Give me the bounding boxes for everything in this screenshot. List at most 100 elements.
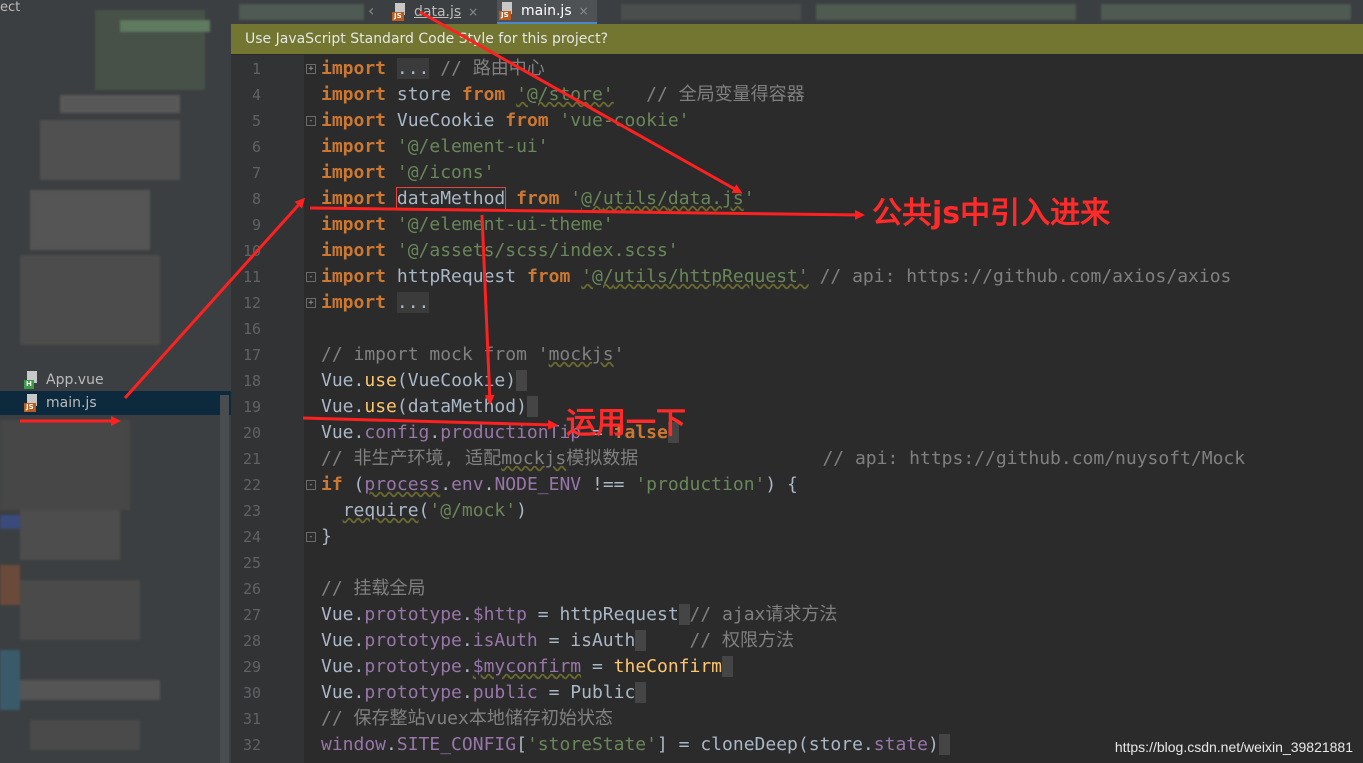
code-token: ( (418, 500, 430, 521)
code-line: import ... (321, 290, 430, 316)
code-token: utils (602, 188, 658, 209)
code-token: $http (472, 604, 527, 625)
code-token: // 全局变量得容器 (646, 84, 805, 105)
line-number: 6 (251, 138, 261, 156)
annotation-use-it: 运用一下 (566, 406, 686, 441)
code-token: ' (613, 344, 625, 365)
code-token: } (321, 526, 332, 547)
code-line: Vue.prototype.public = Public (321, 680, 647, 706)
line-number: 8 (251, 190, 261, 208)
code-token: . (440, 474, 452, 495)
tree-item-app-vue[interactable]: H App.vue (0, 368, 231, 392)
line-number: 7 (251, 164, 261, 182)
code-token: import (321, 214, 387, 235)
code-token: from (505, 110, 549, 131)
tab-scroll-left-icon[interactable]: ‹ (368, 1, 374, 20)
blurred-tab (239, 4, 364, 20)
code-token: import (321, 240, 387, 261)
code-token: Vue (321, 422, 354, 443)
sidebar-scrollbar[interactable] (220, 395, 229, 763)
code-token: // api: https://github.com/nuysoft/Mock (822, 448, 1246, 469)
annotation-common-js: 公共js中引入进来 (872, 196, 1111, 231)
tab-label: main.js (521, 3, 572, 19)
code-token: prototype (364, 604, 462, 625)
code-style-notification[interactable]: Use JavaScript Standard Code Style for t… (231, 24, 1363, 54)
code-token: . (429, 422, 441, 443)
folded-region[interactable]: ... (396, 292, 430, 313)
code-token: ] (656, 734, 668, 755)
close-icon[interactable]: × (579, 4, 589, 18)
code-token: utils/httpRequest' (613, 266, 809, 287)
code-token: // 挂载全局 (321, 578, 426, 599)
code-token: from (526, 266, 571, 287)
code-token: . (461, 656, 473, 677)
code-token: state (873, 734, 928, 755)
code-line: Vue.use(VueCookie) (321, 368, 527, 394)
fold-collapse-icon[interactable]: - (306, 272, 316, 282)
code-token: ( (396, 396, 408, 417)
fold-expand-icon[interactable]: + (306, 64, 316, 74)
code-token: NODE_ENV (494, 474, 582, 495)
code-token: 'production' (635, 474, 766, 495)
code-token: !== (581, 474, 636, 495)
code-token: '@/mock' (429, 500, 517, 521)
folded-region[interactable]: ... (396, 58, 430, 79)
fold-expand-icon[interactable]: + (306, 298, 316, 308)
code-token: dataMethod (407, 396, 517, 417)
code-token: = (537, 630, 571, 651)
code-token: from (461, 84, 506, 105)
tree-item-main-js[interactable]: JS main.js (0, 391, 231, 415)
code-token: . (862, 734, 874, 755)
code-token: httpRequest (559, 604, 679, 625)
code-token: isAuth (472, 630, 538, 651)
fold-collapse-icon[interactable]: - (306, 480, 316, 490)
line-number: 17 (242, 346, 261, 364)
code-line: } (321, 524, 332, 550)
line-number: 4 (251, 86, 261, 104)
line-number: 26 (242, 580, 261, 598)
code-token: Vue (321, 370, 354, 391)
line-number: 11 (242, 268, 261, 286)
code-token: = (526, 604, 560, 625)
caret-marker (678, 604, 690, 625)
line-number: 25 (242, 554, 261, 572)
code-token: productionTip (440, 422, 582, 443)
code-line: // 保存整站vuex本地储存初始状态 (321, 706, 613, 732)
line-number: 9 (251, 216, 261, 234)
code-token: import (321, 266, 387, 287)
code-token: . (353, 656, 365, 677)
code-token: store (396, 84, 452, 105)
code-token: prototype (364, 630, 462, 651)
code-line: if (process.env.NODE_ENV !== 'production… (321, 472, 798, 498)
fold-collapse-icon[interactable]: - (306, 116, 316, 126)
code-token: import (321, 188, 387, 209)
editor-tab-bar: ‹ JS data.js × JS main.js × (231, 0, 1363, 24)
code-token: require (342, 500, 419, 521)
line-number: 18 (242, 372, 261, 390)
tree-item-label: App.vue (46, 372, 104, 388)
close-icon[interactable]: × (468, 5, 478, 19)
code-token: ) (516, 500, 527, 521)
code-line: import dataMethod from '@/utils/data.js' (321, 186, 755, 212)
highlighted-datamethod: dataMethod (395, 187, 507, 210)
code-token: // 权限方法 (689, 630, 795, 651)
code-token: // api: https://github.com/axios/axios (819, 266, 1232, 287)
line-number: 12 (242, 294, 261, 312)
tab-label: data.js (414, 4, 462, 20)
code-token: import (321, 136, 387, 157)
code-line: import httpRequest from '@/utils/httpReq… (321, 264, 1231, 290)
caret-marker (526, 396, 538, 417)
code-token: // 非生产环境, 适配 (321, 448, 502, 469)
code-line: import '@/element-ui-theme' (321, 212, 614, 238)
code-token: ( (396, 370, 408, 391)
code-token: @/ (581, 188, 603, 209)
fold-collapse-icon[interactable]: - (306, 532, 316, 542)
tab-main-js[interactable]: JS main.js × (497, 0, 597, 24)
line-number: 16 (242, 320, 261, 338)
line-number: 10 (242, 242, 261, 260)
line-number: 28 (242, 632, 261, 650)
tab-data-js[interactable]: JS data.js × (392, 0, 478, 24)
code-token: ( (353, 474, 365, 495)
code-token: . (461, 682, 473, 703)
line-number: 19 (242, 398, 261, 416)
